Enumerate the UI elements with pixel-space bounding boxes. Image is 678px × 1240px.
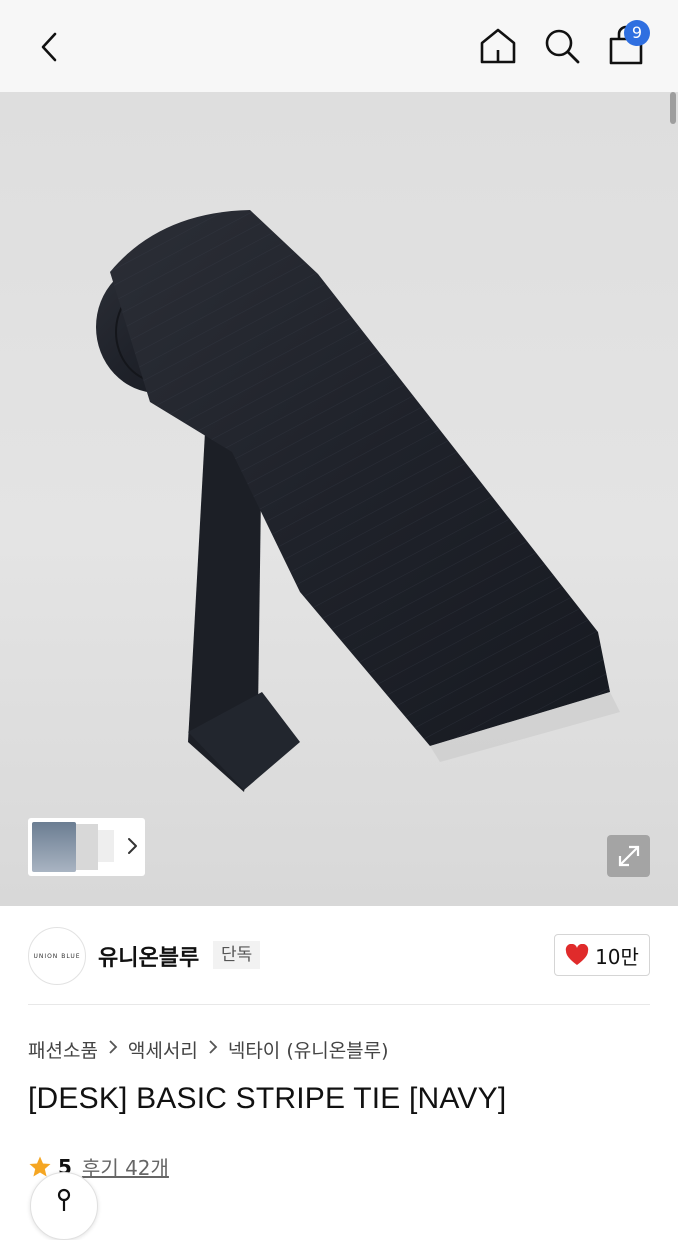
cart-count-badge: 9: [624, 20, 650, 46]
thumbnail-model[interactable]: [32, 822, 76, 872]
like-button[interactable]: 10만: [554, 934, 650, 976]
reviews-link[interactable]: 후기 42개: [82, 1152, 169, 1181]
breadcrumb-item-fashion-accessories[interactable]: 패션소품: [28, 1036, 98, 1063]
top-nav-bar: 9: [0, 0, 678, 92]
home-button[interactable]: [474, 22, 522, 70]
key-icon: [57, 1188, 71, 1211]
divider: [28, 1004, 650, 1005]
home-icon: [480, 28, 516, 64]
exclusive-badge: 단독: [213, 941, 261, 969]
chevron-right-icon: [128, 838, 137, 854]
thumbnail-tie[interactable]: [76, 824, 98, 870]
chevron-right-icon: [108, 1039, 118, 1060]
brand-logo[interactable]: UNION BLUE: [28, 927, 86, 985]
breadcrumb: 패션소품 액세서리 넥타이 (유니온블루): [28, 1036, 389, 1063]
back-button[interactable]: [26, 24, 72, 70]
heart-icon: [565, 944, 589, 965]
expand-image-button[interactable]: [607, 835, 650, 877]
chevron-left-icon: [41, 32, 57, 62]
thumbnail-strip[interactable]: [28, 818, 145, 876]
floating-key-button[interactable]: [30, 1172, 98, 1240]
brand-logo-text: UNION BLUE: [33, 952, 81, 960]
chevron-right-icon: [208, 1039, 218, 1060]
breadcrumb-item-accessories[interactable]: 액세서리: [128, 1036, 198, 1063]
search-icon: [545, 29, 580, 64]
product-title: [DESK] BASIC STRIPE TIE [NAVY]: [28, 1082, 507, 1115]
expand-icon: [618, 845, 639, 867]
product-image-gallery[interactable]: [0, 92, 678, 906]
like-count: 10만: [595, 944, 639, 969]
scrollbar[interactable]: [670, 92, 676, 124]
breadcrumb-item-necktie[interactable]: 넥타이 (유니온블루): [228, 1036, 389, 1063]
product-image-tie: [96, 210, 620, 792]
brand-row: UNION BLUE 유니온블루 단독 10만: [0, 906, 678, 1004]
search-button[interactable]: [538, 22, 586, 70]
brand-name[interactable]: 유니온블루: [98, 940, 199, 972]
thumbnail-tie-detail[interactable]: [98, 830, 114, 862]
cart-button[interactable]: 9: [600, 20, 652, 70]
